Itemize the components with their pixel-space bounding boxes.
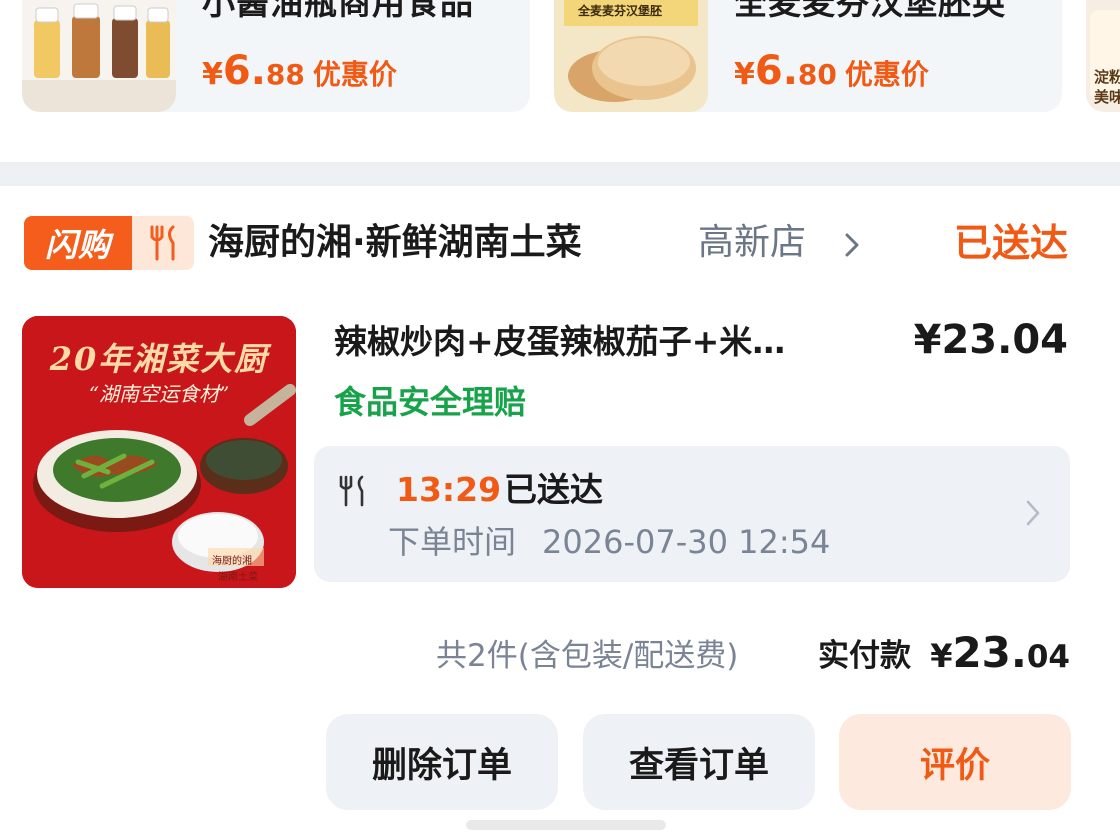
muffin-bread-image: 全麦麦芬汉堡胚 [554, 0, 708, 112]
item-count-summary: 共2件(含包装/配送费) [436, 638, 739, 674]
order-item-name[interactable]: 辣椒炒肉+皮蛋辣椒茄子+米… [334, 322, 874, 362]
flash-purchase-badge: 闪购 [24, 216, 194, 270]
order-card[interactable]: 闪购 海厨的湘·新鲜湖南土菜 高新店 已送达 20年湘菜大厨 “湖南空运食材” … [0, 186, 1120, 840]
order-item-price: ¥23.04 [913, 317, 1068, 363]
product-label-line-2: 美味 [1094, 88, 1120, 106]
food-safety-tag: 食品安全理赔 [334, 383, 527, 421]
delete-order-button[interactable]: 删除订单 [326, 714, 558, 810]
recommendation-price: ¥6.88 优惠价 [202, 48, 397, 94]
paid-amount: ¥23.04 [930, 628, 1070, 677]
food-product-image[interactable]: 20年湘菜大厨 “湖南空运食材” 海厨的湘 湖南土菜 [22, 316, 296, 588]
food-image-subtitle: “湖南空运食材” [88, 382, 230, 406]
utensils-icon [336, 474, 368, 512]
recommendation-title: 小酱油瓶商用食品 [202, 0, 474, 22]
order-time-value: 2026-07-30 12:54 [542, 523, 831, 561]
muffin-package-label: 全麦麦芬汉堡胚 [578, 4, 663, 18]
delivery-time: 13:29 [396, 470, 502, 509]
recommendation-card[interactable]: 淀粉 美味 [1086, 0, 1120, 112]
food-image-title: 20年湘菜大厨 [49, 340, 269, 378]
product-label-line-1: 淀粉 [1094, 68, 1120, 86]
store-name[interactable]: 海厨的湘·新鲜湖南土菜 [208, 216, 582, 270]
utensils-icon [132, 216, 194, 270]
chevron-right-icon[interactable] [1024, 498, 1042, 532]
delivery-info-box[interactable]: 13:29 已送达 下单时间 2026-07-30 12:54 [314, 446, 1070, 582]
store-branch[interactable]: 高新店 [698, 216, 806, 270]
order-time-label: 下单时间 [388, 523, 517, 561]
view-order-button[interactable]: 查看订单 [583, 714, 815, 810]
paid-amount-label: 实付款 [818, 638, 911, 674]
home-indicator [466, 820, 666, 830]
recommendation-strip: 小酱油瓶商用食品 ¥6.88 优惠价 全麦麦芬汉堡胚 全麦麦芬汉堡胚英 ¥6.80… [0, 0, 1120, 162]
recommendation-title: 全麦麦芬汉堡胚英 [734, 0, 1006, 22]
recommendation-price: ¥6.80 优惠价 [734, 48, 929, 94]
recommendation-card[interactable]: 全麦麦芬汉堡胚 全麦麦芬汉堡胚英 ¥6.80 优惠价 [554, 0, 1062, 112]
chevron-right-icon[interactable] [842, 232, 862, 262]
review-button[interactable]: 评价 [839, 714, 1071, 810]
oil-bottles-image [22, 0, 176, 112]
food-image-stamp-1: 海厨的湘 [212, 556, 252, 567]
food-image-stamp-2: 湖南土菜 [218, 572, 258, 583]
recommendation-card[interactable]: 小酱油瓶商用食品 ¥6.88 优惠价 [22, 0, 530, 112]
delivery-state: 已送达 [504, 470, 603, 509]
badge-label: 闪购 [24, 216, 132, 270]
order-status: 已送达 [953, 221, 1068, 265]
product-image-partial: 淀粉 美味 [1086, 0, 1120, 112]
section-divider [0, 162, 1120, 186]
